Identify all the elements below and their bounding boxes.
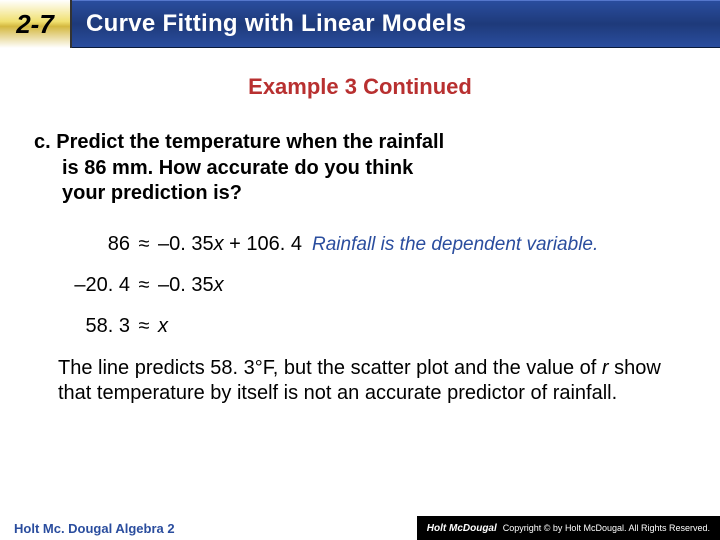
row2-coef: –0. 35: [158, 274, 214, 296]
footer: Holt Mc. Dougal Algebra 2 Holt McDougal …: [0, 516, 720, 540]
footer-logo: Holt McDougal: [427, 523, 497, 534]
row2-lhs: –20. 4: [34, 274, 130, 297]
work-row-2: –20. 4 ≈ –0. 35x: [34, 274, 686, 297]
work-row-1: 86 ≈ –0. 35x + 106. 4 Rainfall is the de…: [34, 233, 686, 256]
conclusion-rvar: r: [602, 357, 609, 379]
work-steps: 86 ≈ –0. 35x + 106. 4 Rainfall is the de…: [34, 233, 686, 338]
row3-approx: ≈: [130, 315, 158, 338]
row1-coef: –0. 35: [158, 233, 214, 255]
prompt-line3: your prediction is?: [34, 181, 686, 207]
work-row-3: 58. 3 ≈ x: [34, 315, 686, 338]
example-heading: Example 3 Continued: [0, 74, 720, 100]
row1-note: Rainfall is the dependent variable.: [312, 234, 598, 256]
header-bar: 2-7 Curve Fitting with Linear Models: [0, 0, 720, 48]
row3-lhs: 58. 3: [34, 315, 130, 338]
row1-approx: ≈: [130, 233, 158, 256]
row2-var: x: [214, 274, 224, 296]
content-area: c. Predict the temperature when the rain…: [0, 130, 720, 407]
conclusion-text: The line predicts 58. 3°F, but the scatt…: [34, 356, 686, 407]
question-prompt: c. Predict the temperature when the rain…: [34, 130, 686, 207]
row1-rhs: –0. 35x + 106. 4: [158, 233, 302, 256]
row1-lhs: 86: [34, 233, 130, 256]
row1-const: + 106. 4: [224, 233, 302, 255]
footer-copyright: Copyright © by Holt McDougal. All Rights…: [503, 523, 710, 533]
prompt-label: c.: [34, 131, 51, 153]
row3-rhs: x: [158, 315, 168, 338]
copyright-box: Holt McDougal Copyright © by Holt McDoug…: [417, 516, 720, 540]
section-badge: 2-7: [0, 0, 72, 48]
row2-approx: ≈: [130, 274, 158, 297]
footer-book-title: Holt Mc. Dougal Algebra 2: [0, 521, 175, 536]
header-title: Curve Fitting with Linear Models: [86, 10, 466, 38]
conclusion-part1: The line predicts 58. 3°F, but the scatt…: [58, 357, 602, 379]
prompt-line2: is 86 mm. How accurate do you think: [34, 156, 686, 182]
row3-var: x: [158, 315, 168, 337]
prompt-line1: Predict the temperature when the rainfal…: [56, 131, 444, 153]
row2-rhs: –0. 35x: [158, 274, 224, 297]
row1-var: x: [214, 233, 224, 255]
